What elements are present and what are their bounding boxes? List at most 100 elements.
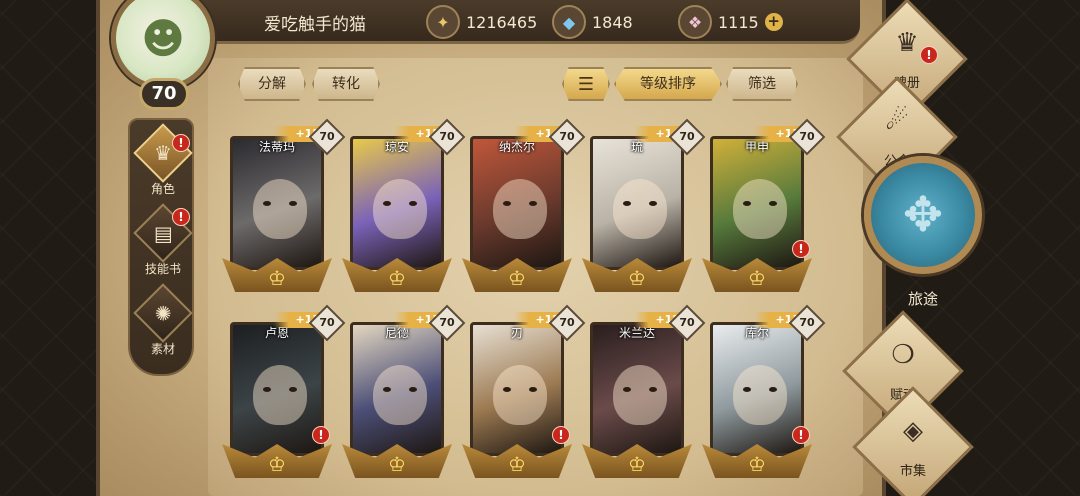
filter-button[interactable]: 筛选 bbox=[726, 67, 798, 101]
hero-level: 70 bbox=[559, 130, 575, 143]
market-icon: ◈ bbox=[903, 416, 923, 446]
hero-face bbox=[493, 365, 547, 425]
hero-face bbox=[373, 179, 427, 239]
character-icon-plate: ♛ bbox=[133, 123, 193, 183]
convert-button[interactable]: 转化 bbox=[312, 67, 380, 101]
hero-card[interactable]: 库尔 +11 70 ♔! bbox=[698, 304, 826, 482]
market-label: 市集 bbox=[899, 464, 926, 479]
gem-resource[interactable]: ❖ 1115 + bbox=[678, 5, 783, 39]
hero-eye bbox=[529, 387, 537, 392]
sidebar-item-skill-book[interactable]: ▤ 技能书 ! bbox=[130, 203, 196, 282]
hero-face bbox=[253, 365, 307, 425]
hero-eye bbox=[263, 387, 271, 392]
hero-portrait bbox=[710, 136, 804, 270]
material-icon: ✺ bbox=[154, 300, 172, 325]
soul-book-alert-badge: ! bbox=[920, 46, 938, 64]
gem-value: 1115 bbox=[718, 12, 759, 32]
hero-card[interactable]: 尼德 +13 70 ♔ bbox=[338, 304, 466, 482]
hero-face bbox=[613, 179, 667, 239]
hero-alert-badge: ! bbox=[792, 426, 810, 444]
sort-icon[interactable]: ☰ bbox=[562, 67, 610, 101]
journey-emblem-icon: ✥ bbox=[864, 156, 982, 274]
sidebar-item-material[interactable]: ✺ 素材 bbox=[130, 283, 196, 362]
decompose-button[interactable]: 分解 bbox=[238, 67, 306, 101]
hero-eye bbox=[623, 387, 631, 392]
crown-crest-icon: ♔ bbox=[748, 266, 766, 290]
hero-card[interactable]: 法蒂玛 +15 70 ♔ bbox=[218, 118, 346, 296]
soul-book-icon: ♛ bbox=[895, 28, 919, 58]
crown-crest-icon: ♔ bbox=[508, 266, 526, 290]
hero-eye bbox=[383, 387, 391, 392]
player-avatar-block[interactable]: ☻ 70 bbox=[105, 0, 223, 112]
hero-eye bbox=[743, 201, 751, 206]
radish-mascot-icon[interactable]: ☻ bbox=[111, 0, 215, 90]
crown-crest-icon: ♔ bbox=[628, 266, 646, 290]
player-name: 爱吃触手的猫 bbox=[264, 15, 366, 35]
guild-icon: ☄ bbox=[885, 106, 909, 136]
hero-alert-badge: ! bbox=[792, 240, 810, 258]
journey-label: 旅途 bbox=[907, 290, 938, 308]
hero-face bbox=[733, 365, 787, 425]
hero-level: 70 bbox=[799, 130, 815, 143]
skill-book-alert-badge: ! bbox=[172, 208, 190, 226]
journey-button[interactable]: ✥ 旅途 bbox=[858, 156, 988, 316]
crystal-resource[interactable]: ◆ 1848 bbox=[552, 5, 633, 39]
hero-level: 70 bbox=[439, 130, 455, 143]
gold-resource[interactable]: ✦ 1216465 bbox=[426, 5, 537, 39]
hero-eye bbox=[289, 201, 297, 206]
hero-card[interactable]: 甲申 +13 70 ♔! bbox=[698, 118, 826, 296]
hero-eye bbox=[409, 201, 417, 206]
character-alert-badge: ! bbox=[172, 134, 190, 152]
hero-level: 70 bbox=[439, 316, 455, 329]
hero-level: 70 bbox=[679, 130, 695, 143]
material-icon-plate: ✺ bbox=[133, 283, 193, 343]
hero-face bbox=[373, 365, 427, 425]
hero-face bbox=[613, 365, 667, 425]
left-sidebar: ♛ 角色 ! ▤ 技能书 ! ✺ 素材 bbox=[128, 118, 194, 376]
player-level-badge: 70 bbox=[139, 78, 189, 110]
hero-level: 70 bbox=[319, 316, 335, 329]
crown-crest-icon: ♔ bbox=[268, 266, 286, 290]
skill-book-icon: ▤ bbox=[153, 221, 173, 245]
hero-card[interactable]: 琉 +14 70 ♔ bbox=[578, 118, 706, 296]
hero-face bbox=[733, 179, 787, 239]
hero-eye bbox=[769, 387, 777, 392]
hero-portrait bbox=[350, 322, 444, 456]
hero-eye bbox=[383, 201, 391, 206]
hero-card[interactable]: 纳杰尔 +14 70 ♔ bbox=[458, 118, 586, 296]
crown-crest-icon: ♔ bbox=[748, 452, 766, 476]
hero-eye bbox=[263, 201, 271, 206]
hero-level: 70 bbox=[559, 316, 575, 329]
market-menu[interactable]: ◈ 市集 bbox=[852, 386, 974, 496]
hero-eye bbox=[529, 201, 537, 206]
hero-eye bbox=[743, 387, 751, 392]
hero-level: 70 bbox=[679, 316, 695, 329]
hero-card[interactable]: 琼安 +15 70 ♔ bbox=[338, 118, 466, 296]
crown-crest-icon: ♔ bbox=[388, 452, 406, 476]
hero-portrait bbox=[230, 322, 324, 456]
crown-crest-icon: ♔ bbox=[268, 452, 286, 476]
hero-portrait bbox=[590, 136, 684, 270]
crown-crest-icon: ♔ bbox=[508, 452, 526, 476]
gold-coin-icon: ✦ bbox=[426, 5, 460, 39]
hero-card[interactable]: 刃 +12 70 ♔! bbox=[458, 304, 586, 482]
hero-card[interactable]: 卢恩 +13 70 ♔! bbox=[218, 304, 346, 482]
hero-eye bbox=[503, 201, 511, 206]
hero-eye bbox=[769, 201, 777, 206]
pink-gem-icon: ❖ bbox=[678, 5, 712, 39]
hero-alert-badge: ! bbox=[312, 426, 330, 444]
sidebar-item-character[interactable]: ♛ 角色 ! bbox=[130, 123, 196, 202]
character-icon: ♛ bbox=[154, 141, 172, 165]
hero-eye bbox=[503, 387, 511, 392]
hero-level: 70 bbox=[319, 130, 335, 143]
crown-crest-icon: ♔ bbox=[628, 452, 646, 476]
hero-card[interactable]: 米兰达 +12 70 ♔ bbox=[578, 304, 706, 482]
sort-by-level-button[interactable]: 等级排序 bbox=[614, 67, 722, 101]
hero-face bbox=[253, 179, 307, 239]
hero-eye bbox=[649, 201, 657, 206]
add-gem-button[interactable]: + bbox=[764, 13, 783, 31]
gold-value: 1216465 bbox=[466, 12, 538, 32]
hero-eye bbox=[409, 387, 417, 392]
hero-portrait bbox=[470, 136, 564, 270]
crown-crest-icon: ♔ bbox=[388, 266, 406, 290]
